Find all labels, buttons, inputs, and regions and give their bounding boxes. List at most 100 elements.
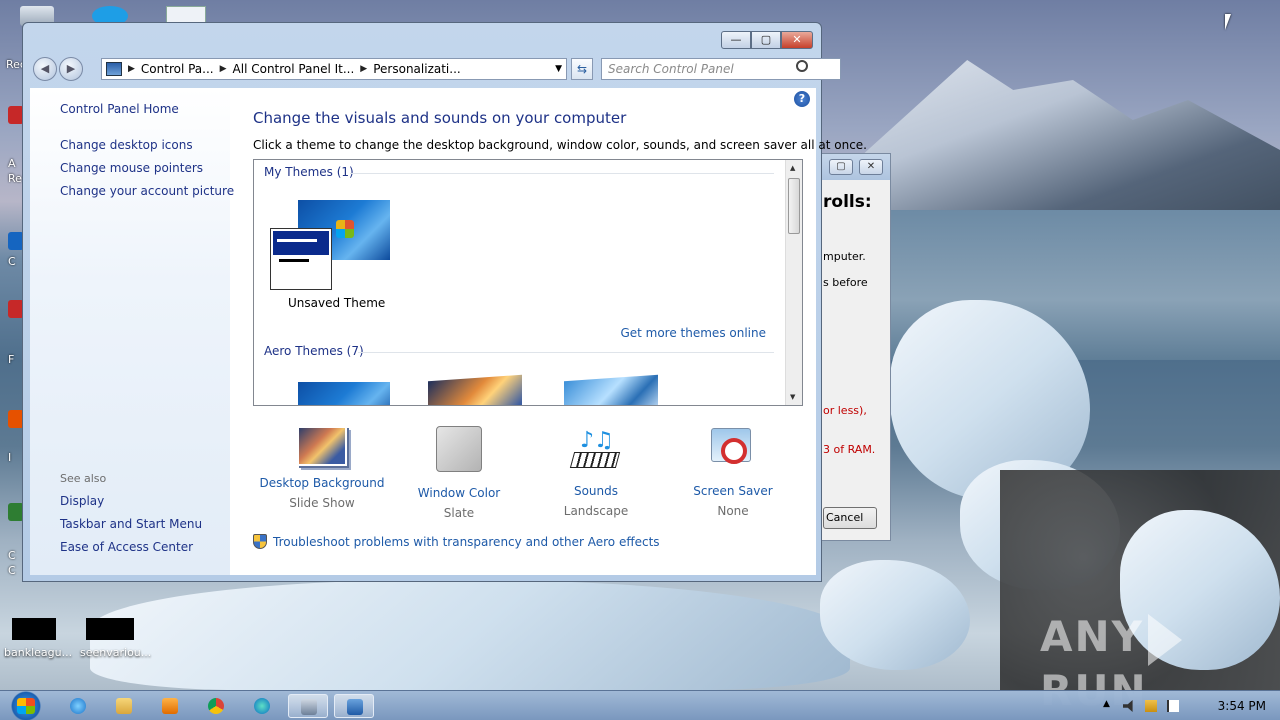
change-desktop-icons-link[interactable]: Change desktop icons [60,138,193,152]
system-tray: ▲ 3:54 PM [1095,691,1280,720]
breadcrumb-separator-icon[interactable]: ▶ [360,64,367,74]
change-mouse-pointers-link[interactable]: Change mouse pointers [60,161,203,175]
personalization-window: — ▢ ✕ ◀ ▶ ▶ Control Pa... ▶ All Control … [22,22,867,582]
desktop-icon-label-fragment: C [8,549,16,562]
maximize-icon[interactable]: ▢ [829,159,853,175]
desktop-icon-label-fragment: C [8,564,16,577]
aero-theme-thumbnail[interactable] [298,382,390,405]
breadcrumb-personalization[interactable]: Personalizati... [373,62,460,76]
chevron-down-icon[interactable]: ▼ [555,64,562,74]
play-triangle-icon [1148,613,1183,666]
troubleshoot-row[interactable]: Troubleshoot problems with transparency … [253,534,660,549]
forward-button[interactable]: ▶ [59,57,83,81]
edge-icon [254,698,270,714]
window-controls: — ▢ ✕ [721,31,813,49]
theme-item-unsaved[interactable]: Unsaved Theme [254,160,404,320]
close-button[interactable]: ✕ [781,31,813,49]
taskbar-chrome[interactable] [196,694,236,718]
taskbar-control-panel[interactable] [334,694,374,718]
dialog-text-fragment: rolls: [823,192,872,212]
screen-saver-tile[interactable]: Screen Saver None [664,426,802,518]
page-title: Change the visuals and sounds on your co… [253,109,627,127]
breadcrumb-separator-icon[interactable]: ▶ [220,64,227,74]
desktop-file-label[interactable]: seenvariou... [80,646,151,659]
breadcrumb-separator-icon[interactable]: ▶ [128,64,135,74]
taskbar-app-active[interactable] [288,694,328,718]
window-color-preview [270,228,332,290]
taskbar-media-player[interactable] [150,694,190,718]
sounds-icon: ♪♫ [569,426,622,474]
navigation-bar: ◀ ▶ ▶ Control Pa... ▶ All Control Panel … [31,57,841,83]
tile-value: Slide Show [289,496,355,510]
internet-explorer-icon [70,698,86,714]
theme-list[interactable]: My Themes (1) Unsaved Theme Get more the… [253,159,803,406]
dialog-text-fragment: s before [823,276,868,289]
mouse-cursor-icon [1225,14,1231,30]
vertical-scrollbar[interactable]: ▲ ▼ [785,160,802,405]
redacted-icon [86,618,134,640]
desktop-file-label[interactable]: bankleagu... [4,646,72,659]
scroll-up-icon[interactable]: ▲ [790,164,795,172]
back-button[interactable]: ◀ [33,57,57,81]
ease-of-access-link[interactable]: Ease of Access Center [60,540,193,554]
sounds-tile[interactable]: ♪♫ Sounds Landscape [527,426,665,518]
taskbar-internet-explorer[interactable] [58,694,98,718]
get-more-themes-link[interactable]: Get more themes online [620,326,766,340]
window-color-icon [436,426,482,472]
dialog-warning-fragment: or less), [823,404,867,417]
show-hidden-icons-icon[interactable]: ▲ [1103,699,1115,711]
address-bar[interactable]: ▶ Control Pa... ▶ All Control Panel It..… [101,58,567,80]
display-link[interactable]: Display [60,494,104,508]
volume-icon[interactable] [1123,700,1133,712]
window-client-area: Control Panel Home Change desktop icons … [30,88,867,575]
windows-logo-icon [17,698,35,714]
breadcrumb-all-items[interactable]: All Control Panel It... [233,62,355,76]
start-button[interactable] [6,691,46,720]
taskbar-start-menu-link[interactable]: Taskbar and Start Menu [60,517,202,531]
close-icon[interactable]: ✕ [859,159,883,175]
desktop-icon-label-fragment: Re [8,172,22,185]
chrome-icon [208,698,224,714]
dialog-warning-fragment: 3 of RAM. [823,443,876,456]
desktop-icon-label-fragment: C [8,255,16,268]
folder-icon [116,698,132,714]
change-account-picture-link[interactable]: Change your account picture [60,184,234,198]
desktop-background-tile[interactable]: Desktop Background Slide Show [253,426,391,510]
scroll-down-icon[interactable]: ▼ [790,393,795,401]
network-icon[interactable] [1145,700,1157,712]
window-color-tile[interactable]: Window Color Slate [390,426,528,520]
background-dialog-titlebar[interactable]: ▢ ✕ [819,154,890,180]
see-also-heading: See also [60,472,107,485]
shield-icon [253,534,267,549]
task-pane: Control Panel Home Change desktop icons … [30,88,234,575]
background-dialog: ▢ ✕ rolls: mputer. s before or less), 3 … [818,153,891,541]
maximize-button[interactable]: ▢ [751,31,781,49]
help-icon[interactable]: ? [794,91,810,107]
aero-theme-thumbnail[interactable] [428,374,522,405]
tile-label[interactable]: Screen Saver [664,484,802,498]
tile-label[interactable]: Window Color [390,486,528,500]
scrollbar-thumb[interactable] [788,178,800,234]
minimize-button[interactable]: — [721,31,751,49]
clock[interactable]: 3:54 PM [1218,699,1266,713]
taskbar-edge[interactable] [242,694,282,718]
tile-label[interactable]: Sounds [527,484,665,498]
tile-value: None [717,504,749,518]
taskbar: ▲ 3:54 PM [0,690,1280,720]
action-center-flag-icon[interactable] [1167,700,1179,712]
troubleshoot-link[interactable]: Troubleshoot problems with transparency … [273,535,660,549]
screen-saver-icon [707,426,759,474]
aero-theme-thumbnail[interactable] [564,374,658,405]
redacted-icon [12,618,56,640]
cancel-button[interactable]: Cancel [823,507,877,529]
windows-logo-icon [336,220,354,238]
desktop-icon-label-fragment: I [8,451,12,464]
search-icon[interactable] [796,60,808,72]
control-panel-home-link[interactable]: Control Panel Home [60,102,179,116]
tile-label[interactable]: Desktop Background [253,476,391,490]
taskbar-file-explorer[interactable] [104,694,144,718]
breadcrumb-control-panel[interactable]: Control Pa... [141,62,214,76]
refresh-button[interactable]: ⇆ [571,58,593,80]
theme-settings-tiles: Desktop Background Slide Show Window Col… [253,426,803,526]
tile-value: Landscape [563,504,629,518]
